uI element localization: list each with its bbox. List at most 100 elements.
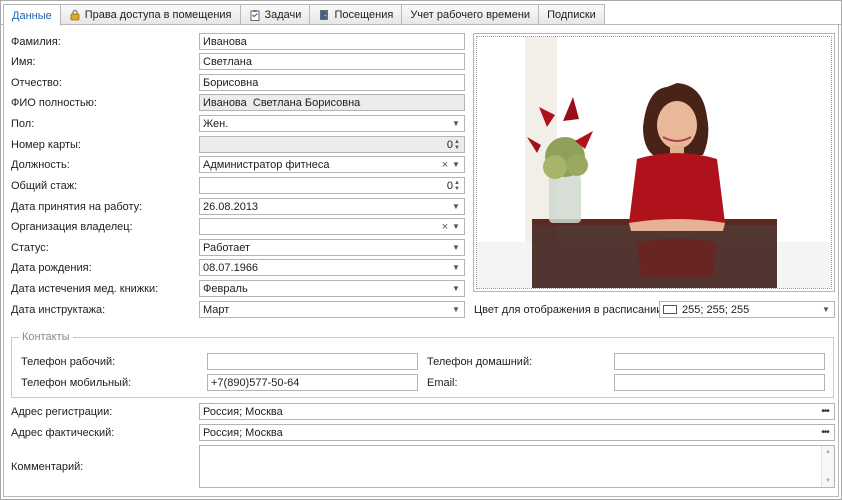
full-name-value: Иванова Светлана Борисовна (203, 96, 361, 109)
schedule-color-value: 255; 255; 255 (682, 303, 750, 316)
tab-tasks[interactable]: Задачи (239, 4, 311, 25)
gender-select[interactable]: Жен. ▼ (199, 115, 465, 132)
mobile-phone-value: +7(890)577-50-64 (211, 376, 300, 389)
color-swatch (663, 305, 677, 314)
comment-textarea[interactable]: ▲ ▼ (199, 445, 835, 488)
mobile-phone-label: Телефон мобильный: (21, 377, 132, 389)
med-book-expiry-label: Дата истечения мед. книжки: (11, 283, 159, 295)
clear-icon[interactable]: × (439, 221, 451, 233)
patronymic-field[interactable]: Борисовна (199, 74, 465, 91)
full-name-field: Иванова Светлана Борисовна (199, 94, 465, 111)
position-label: Должность: (11, 159, 70, 171)
patronymic-label: Отчество: (11, 77, 62, 89)
home-phone-field[interactable] (614, 353, 825, 370)
briefing-date-value: Март (203, 303, 230, 316)
employee-photo-image (477, 37, 831, 288)
birth-date-value: 08.07.1966 (203, 261, 259, 274)
actual-address-label: Адрес фактический: (11, 427, 115, 439)
med-book-expiry-value: Февраль (203, 282, 248, 295)
actual-address-field[interactable]: Россия; Москва ••• (199, 424, 835, 441)
schedule-color-label: Цвет для отображения в расписании: (474, 304, 666, 316)
patronymic-value: Борисовна (203, 76, 259, 89)
tab-visits[interactable]: Посещения (309, 4, 403, 25)
clear-icon[interactable]: × (439, 159, 451, 171)
employee-card-window: Данные Права доступа в помещения Задачи (0, 0, 842, 500)
briefing-date-label: Дата инструктажа: (11, 304, 106, 316)
email-label: Email: (427, 377, 458, 389)
experience-stepper[interactable]: 0 ▲ ▼ (199, 177, 465, 194)
gender-label: Пол: (11, 118, 35, 130)
contacts-group-title: Контакты (19, 331, 73, 343)
door-icon (320, 10, 329, 20)
tab-work-time-label: Учет рабочего времени (410, 9, 531, 21)
tab-access-rights-label: Права доступа в помещения (84, 9, 232, 21)
employee-photo[interactable] (473, 33, 835, 292)
ellipsis-icon[interactable]: ••• (819, 406, 831, 417)
full-name-label: ФИО полностью: (11, 97, 97, 109)
status-label: Статус: (11, 242, 49, 254)
last-name-field[interactable]: Иванова (199, 33, 465, 50)
last-name-label: Фамилия: (11, 36, 61, 48)
lock-icon (70, 9, 80, 21)
chevron-down-icon[interactable]: ▼ (821, 305, 831, 314)
tab-work-time[interactable]: Учет рабочего времени (401, 4, 540, 25)
first-name-label: Имя: (11, 56, 36, 68)
gender-value: Жен. (203, 117, 229, 130)
tab-tasks-label: Задачи (264, 9, 302, 21)
hire-date-picker[interactable]: 26.08.2013 ▼ (199, 198, 465, 215)
hire-date-value: 26.08.2013 (203, 200, 259, 213)
birth-date-label: Дата рождения: (11, 262, 92, 274)
tab-bar: Данные Права доступа в помещения Задачи (3, 4, 605, 26)
registration-address-label: Адрес регистрации: (11, 406, 113, 418)
chevron-down-icon[interactable]: ▼ (451, 284, 461, 293)
owner-org-label: Организация владелец: (11, 221, 133, 233)
status-value: Работает (203, 241, 251, 254)
birth-date-picker[interactable]: 08.07.1966 ▼ (199, 259, 465, 276)
email-field[interactable] (614, 374, 825, 391)
card-number-label: Номер карты: (11, 139, 81, 151)
work-phone-label: Телефон рабочий: (21, 356, 116, 368)
spin-buttons-icon[interactable]: ▲ ▼ (453, 180, 461, 192)
position-select[interactable]: Администратор фитнеса × ▼ (199, 156, 465, 173)
home-phone-label: Телефон домашний: (427, 356, 533, 368)
tab-access-rights[interactable]: Права доступа в помещения (59, 4, 241, 25)
chevron-down-icon[interactable]: ▼ (451, 202, 461, 211)
experience-label: Общий стаж: (11, 180, 78, 192)
owner-org-select[interactable]: × ▼ (199, 218, 465, 235)
registration-address-value: Россия; Москва (203, 405, 283, 418)
schedule-color-picker[interactable]: 255; 255; 255 ▼ (659, 301, 835, 318)
experience-value: 0 (446, 179, 453, 192)
comment-label: Комментарий: (11, 461, 84, 473)
tab-subscriptions[interactable]: Подписки (538, 4, 605, 25)
ellipsis-icon[interactable]: ••• (819, 427, 831, 438)
position-value: Администратор фитнеса (203, 158, 330, 171)
chevron-down-icon[interactable]: ▼ (451, 222, 461, 231)
chevron-down-icon[interactable]: ▼ (451, 243, 461, 252)
card-number-value: 0 (446, 138, 453, 151)
actual-address-value: Россия; Москва (203, 426, 283, 439)
scroll-up-icon[interactable]: ▲ (825, 449, 831, 455)
hire-date-label: Дата принятия на работу: (11, 201, 143, 213)
tab-visits-label: Посещения (334, 9, 394, 21)
chevron-down-icon[interactable]: ▼ (451, 305, 461, 314)
tab-data-label: Данные (12, 9, 52, 22)
med-book-expiry-select[interactable]: Февраль ▼ (199, 280, 465, 297)
work-phone-field[interactable] (207, 353, 418, 370)
tab-data[interactable]: Данные (3, 4, 61, 26)
mobile-phone-field[interactable]: +7(890)577-50-64 (207, 374, 418, 391)
comment-scrollbar[interactable]: ▲ ▼ (821, 446, 834, 487)
briefing-date-select[interactable]: Март ▼ (199, 301, 465, 318)
tab-subscriptions-label: Подписки (547, 9, 596, 21)
card-number-field: 0 ▲ ▼ (199, 136, 465, 153)
registration-address-field[interactable]: Россия; Москва ••• (199, 403, 835, 420)
chevron-down-icon[interactable]: ▼ (451, 160, 461, 169)
first-name-field[interactable]: Светлана (199, 53, 465, 70)
last-name-value: Иванова (203, 35, 247, 48)
spin-buttons-icon: ▲ ▼ (454, 138, 460, 151)
chevron-down-icon[interactable]: ▼ (451, 119, 461, 128)
first-name-value: Светлана (203, 55, 252, 68)
clipboard-icon (250, 10, 259, 21)
chevron-down-icon[interactable]: ▼ (451, 263, 461, 272)
status-select[interactable]: Работает ▼ (199, 239, 465, 256)
scroll-down-icon[interactable]: ▼ (825, 478, 831, 484)
